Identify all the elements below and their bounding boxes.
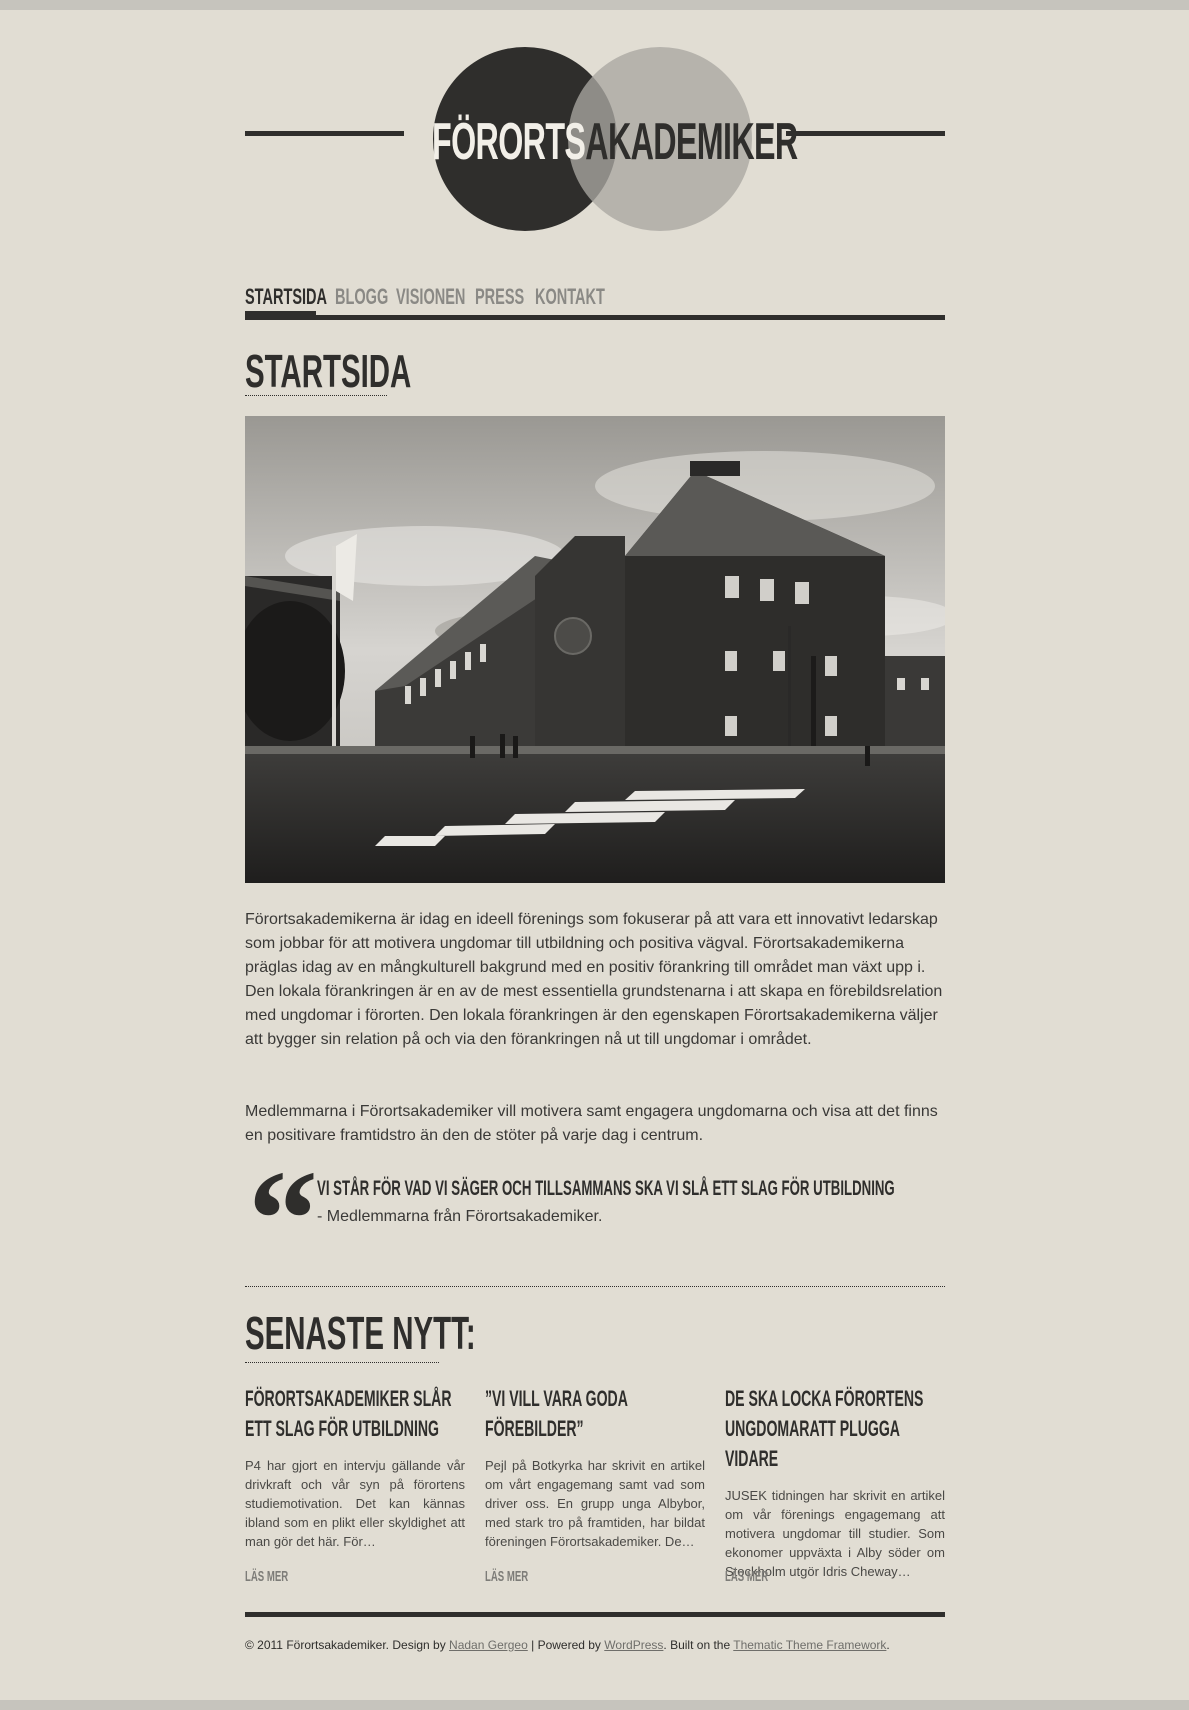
logo-text-part2: AKADEMIKER bbox=[585, 113, 798, 171]
logo-line-left bbox=[245, 131, 404, 136]
quote-icon: “ bbox=[248, 1142, 318, 1297]
news-underline bbox=[245, 1362, 439, 1363]
post-title[interactable]: FÖRORTSAKADEMIKER SLÅR ETT SLAG FÖR UTBI… bbox=[245, 1384, 463, 1444]
nav-label: KONTAKT bbox=[535, 284, 605, 309]
site-logo[interactable]: FÖRORTSAKADEMIKER bbox=[432, 112, 1022, 172]
footer-text: . Built on the bbox=[663, 1638, 734, 1652]
nav-divider bbox=[245, 315, 945, 320]
post-excerpt: JUSEK tidningen har skrivit en artikel o… bbox=[725, 1488, 945, 1579]
designer-link[interactable]: Nadan Gergeo bbox=[449, 1638, 528, 1652]
title-underline bbox=[245, 395, 387, 396]
post-excerpt: P4 har gjort en intervju gällande vår dr… bbox=[245, 1458, 465, 1549]
read-more-link[interactable]: LÄS MER bbox=[485, 1568, 553, 1585]
members-paragraph: Medlemmarna i Förortsakademiker vill mot… bbox=[245, 1103, 938, 1144]
footer-copyright: © 2011 Förortsakademiker. Design by bbox=[245, 1638, 450, 1652]
nav-label: PRESS bbox=[475, 284, 525, 309]
news-post: DE SKA LOCKA FÖRORTENS UNGDOMARATT PLUGG… bbox=[725, 1384, 945, 1581]
theme-link[interactable]: Thematic Theme Framework bbox=[733, 1638, 886, 1652]
quote-text: VI STÅR FÖR VAD VI SÄGER OCH TILLSAMMANS… bbox=[317, 1177, 895, 1200]
logo-text-part1: FÖRORTS bbox=[432, 113, 586, 171]
news-post: ”VI VILL VARA GODA FÖREBILDER” Pejl på B… bbox=[485, 1384, 705, 1551]
footer-text: . bbox=[886, 1638, 890, 1652]
footer-text: | Powered by bbox=[527, 1638, 605, 1652]
hero-photo bbox=[245, 416, 945, 883]
post-title[interactable]: ”VI VILL VARA GODA FÖREBILDER” bbox=[485, 1384, 703, 1444]
nav-label: STARTSIDA bbox=[245, 284, 328, 309]
page-title: STARTSIDA bbox=[245, 345, 412, 397]
post-excerpt: Pejl på Botkyrka har skrivit en artikel … bbox=[485, 1458, 705, 1549]
news-heading: SENASTE NYTT: bbox=[245, 1307, 476, 1359]
footer-divider bbox=[245, 1612, 945, 1617]
intro-paragraph: Förortsakademikerna är idag en ideell fö… bbox=[245, 911, 943, 1048]
nav-label: VISIONEN bbox=[396, 284, 466, 309]
nav-label: BLOGG bbox=[335, 284, 389, 309]
nav-item-kontakt[interactable]: KONTAKT bbox=[535, 284, 641, 310]
news-post: FÖRORTSAKADEMIKER SLÅR ETT SLAG FÖR UTBI… bbox=[245, 1384, 465, 1551]
read-more-link[interactable]: LÄS MER bbox=[245, 1568, 313, 1585]
footer: © 2011 Förortsakademiker. Design by Nada… bbox=[245, 1638, 890, 1652]
wordpress-link[interactable]: WordPress bbox=[604, 1638, 663, 1652]
section-divider bbox=[245, 1286, 945, 1287]
post-title[interactable]: DE SKA LOCKA FÖRORTENS UNGDOMARATT PLUGG… bbox=[725, 1384, 943, 1474]
nav-active-indicator bbox=[245, 311, 316, 317]
quote-attribution: - Medlemmarna från Förortsakademiker. bbox=[317, 1208, 603, 1225]
read-more-link[interactable]: LÄS MER bbox=[725, 1568, 793, 1585]
